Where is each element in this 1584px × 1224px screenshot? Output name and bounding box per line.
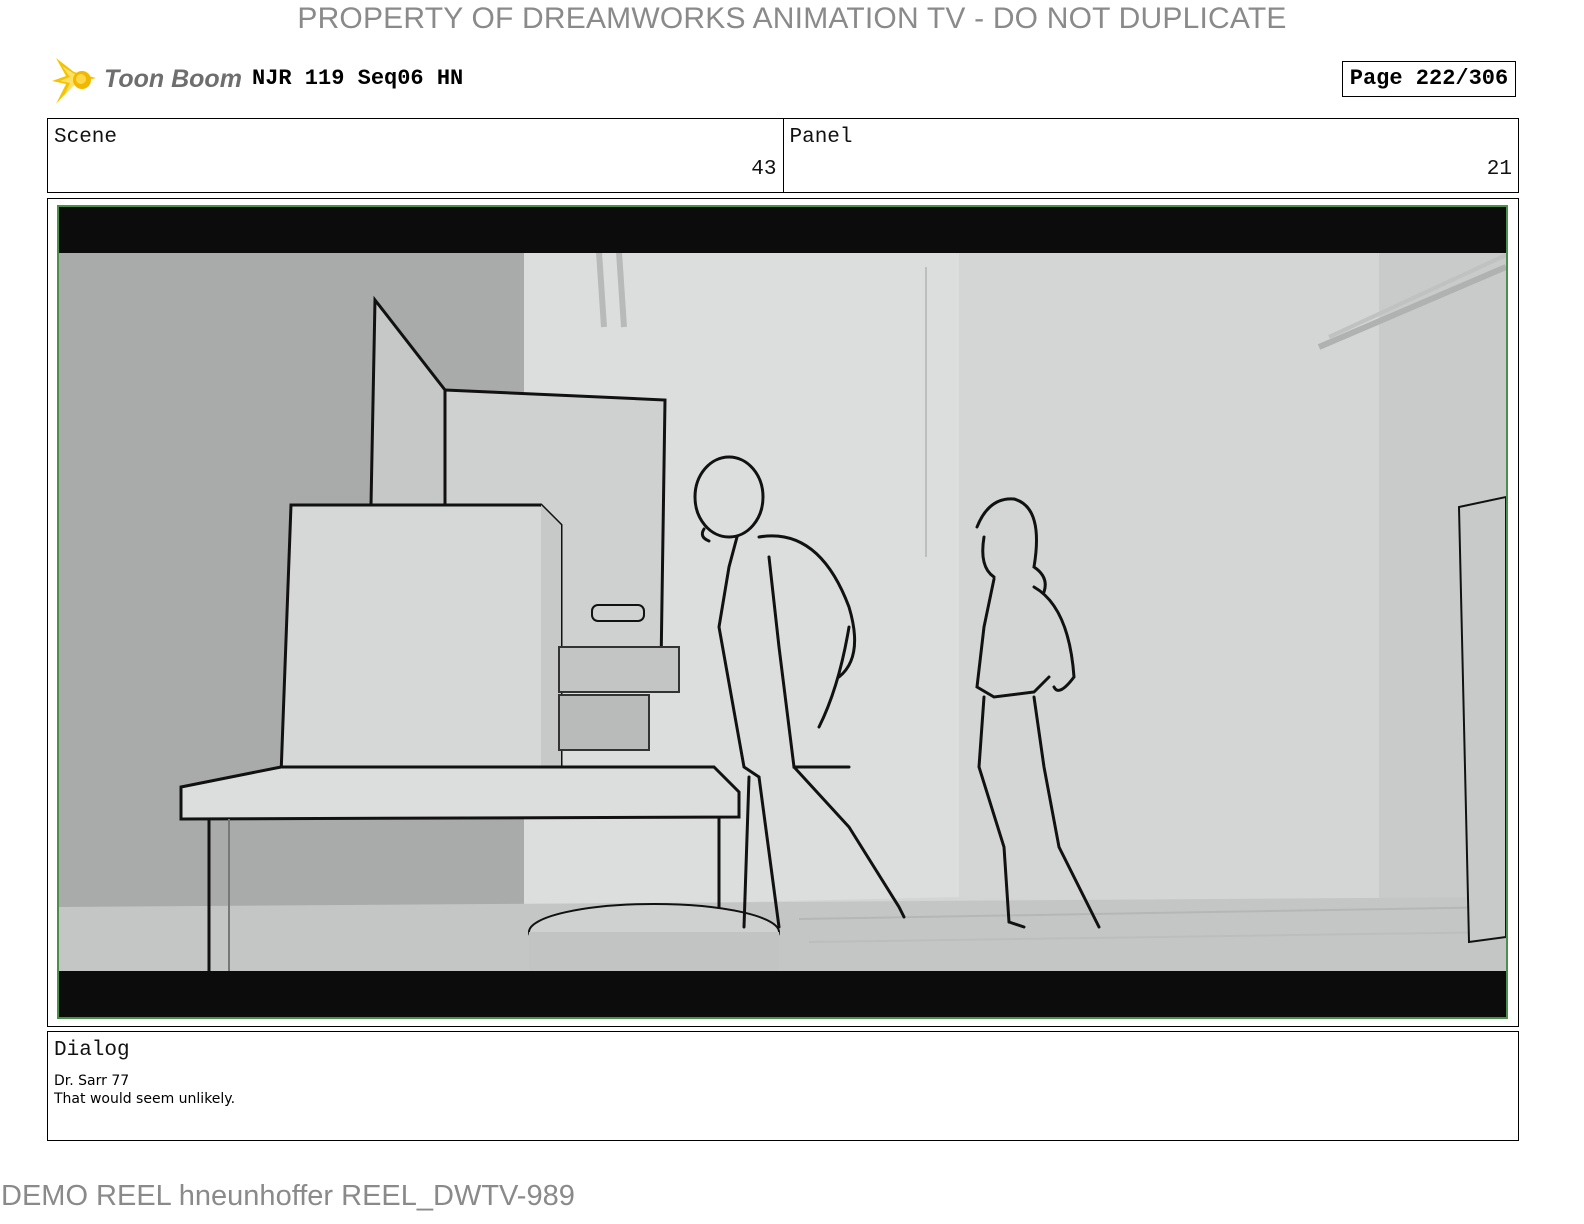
- dialog-speaker: Dr. Sarr 77: [54, 1073, 130, 1089]
- starburst-icon: [52, 58, 96, 104]
- scene-panel-row: Scene 43 Panel 21: [47, 118, 1519, 193]
- watermark-bottom: DEMO REEL hneunhoffer REEL_DWTV-989: [1, 1180, 575, 1212]
- dialog-box: Dialog Dr. Sarr 77 That would seem unlik…: [47, 1031, 1519, 1141]
- dialog-label: Dialog: [54, 1039, 130, 1062]
- storyboard-panel-image: [57, 205, 1508, 1019]
- scene-label: Scene: [54, 126, 118, 149]
- scene-cell: Scene 43: [48, 119, 783, 192]
- panel-label: Panel: [789, 126, 853, 149]
- panel-number: 21: [1486, 158, 1512, 181]
- watermark-top: PROPERTY OF DREAMWORKS ANIMATION TV - DO…: [297, 2, 1287, 35]
- scene-number: 43: [751, 158, 777, 181]
- toon-boom-logo: Toon Boom: [52, 56, 242, 106]
- logo-text: Toon Boom: [104, 65, 242, 93]
- dialog-line: That would seem unlikely.: [54, 1091, 236, 1107]
- page-number: Page 222/306: [1342, 61, 1516, 97]
- document-title: NJR 119 Seq06 HN: [252, 66, 464, 91]
- panel-cell: Panel 21: [782, 119, 1519, 192]
- storyboard-drawing: [59, 207, 1506, 1017]
